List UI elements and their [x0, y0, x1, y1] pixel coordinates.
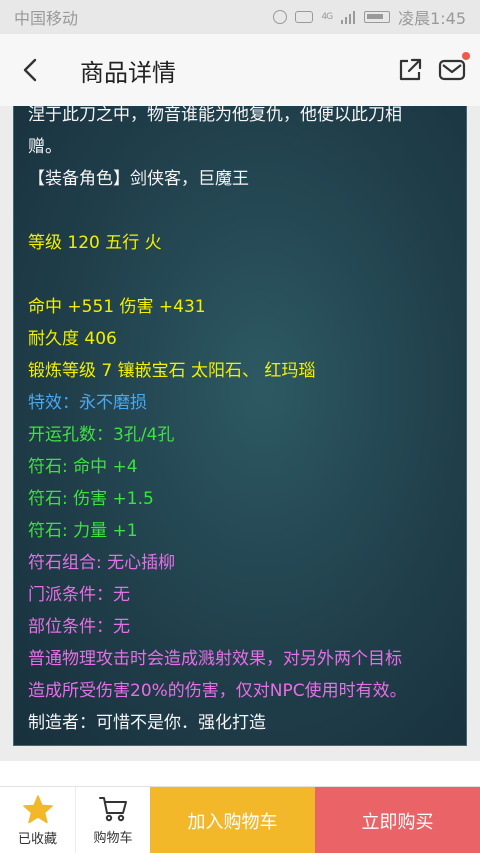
page-title: 商品详情	[80, 58, 176, 87]
message-button[interactable]	[438, 52, 470, 84]
signal-icon	[341, 11, 356, 24]
product-detail-content[interactable]: 涅于此刀之中，物音谁能为他复仇，他便以此刀相 赠。 【装备角色】剑侠客，巨魔王 …	[0, 106, 480, 786]
cart-icon	[99, 797, 127, 822]
item-splash-effect-line-1: 普通物理攻击时会造成溅射效果，对另外两个目标	[28, 649, 402, 669]
battery-icon	[364, 11, 391, 23]
status-bar: 中国移动 4G 凌晨1:45	[0, 0, 480, 34]
chevron-left-icon	[23, 58, 37, 82]
item-maker: 制造者：可惜不是你．强化打造	[28, 713, 266, 733]
item-level-element: 等级 120 五行 火	[28, 233, 162, 253]
next-section-edge	[0, 761, 480, 786]
mail-icon	[438, 59, 466, 81]
item-rune-strength: 符石: 力量 +1	[28, 521, 138, 541]
buy-now-button[interactable]: 立即购买	[315, 787, 480, 853]
cart-button[interactable]: 购物车	[75, 787, 150, 853]
item-forge-gems: 锻炼等级 7 镶嵌宝石 太阳石、 红玛瑙	[28, 361, 316, 381]
favorite-label: 已收藏	[17, 831, 57, 847]
status-icons: 4G 凌晨1:45	[273, 5, 466, 29]
notification-dot	[462, 52, 470, 60]
item-rune-hit: 符石: 命中 +4	[28, 457, 138, 477]
add-to-cart-button[interactable]: 加入购物车	[150, 787, 315, 853]
item-rune-damage: 符石: 伤害 +1.5	[28, 489, 154, 509]
nav-actions	[396, 52, 480, 84]
item-splash-effect-line-2: 造成所受伤害20%的伤害，仅对NPC使用时有效。	[28, 681, 407, 701]
item-hit-damage: 命中 +551 伤害 +431	[28, 297, 206, 317]
time-label: 凌晨1:45	[398, 9, 466, 28]
item-slot-requirement: 部位条件：无	[28, 617, 130, 637]
item-desc-line-1: 涅于此刀之中，物音谁能为他复仇，他便以此刀相	[28, 106, 402, 125]
item-school-requirement: 门派条件：无	[28, 585, 130, 605]
cart-label: 购物车	[93, 831, 133, 846]
nav-bar: 商品详情	[0, 34, 480, 106]
bottom-action-bar: 已收藏 购物车 加入购物车 立即购买	[0, 786, 480, 853]
network-type-label: 4G	[321, 12, 333, 22]
item-luck-slots: 开运孔数：3孔/4孔	[28, 425, 175, 445]
item-special-effect: 特效：永不磨损	[28, 393, 147, 413]
item-tooltip-card: 涅于此刀之中，物音谁能为他复仇，他便以此刀相 赠。 【装备角色】剑侠客，巨魔王 …	[13, 106, 467, 746]
hd-icon	[295, 11, 314, 23]
item-desc-line-2: 赠。	[28, 137, 62, 157]
share-button[interactable]	[396, 56, 424, 84]
item-equip-roles: 【装备角色】剑侠客，巨魔王	[28, 169, 249, 189]
carrier-label: 中国移动	[14, 9, 79, 28]
star-icon	[22, 794, 53, 823]
item-durability: 耐久度 406	[28, 329, 117, 349]
back-button[interactable]	[0, 34, 60, 106]
share-icon	[399, 58, 422, 81]
alarm-icon	[273, 10, 288, 24]
favorite-button[interactable]: 已收藏	[0, 787, 75, 853]
item-rune-combo: 符石组合: 无心插柳	[28, 553, 176, 573]
